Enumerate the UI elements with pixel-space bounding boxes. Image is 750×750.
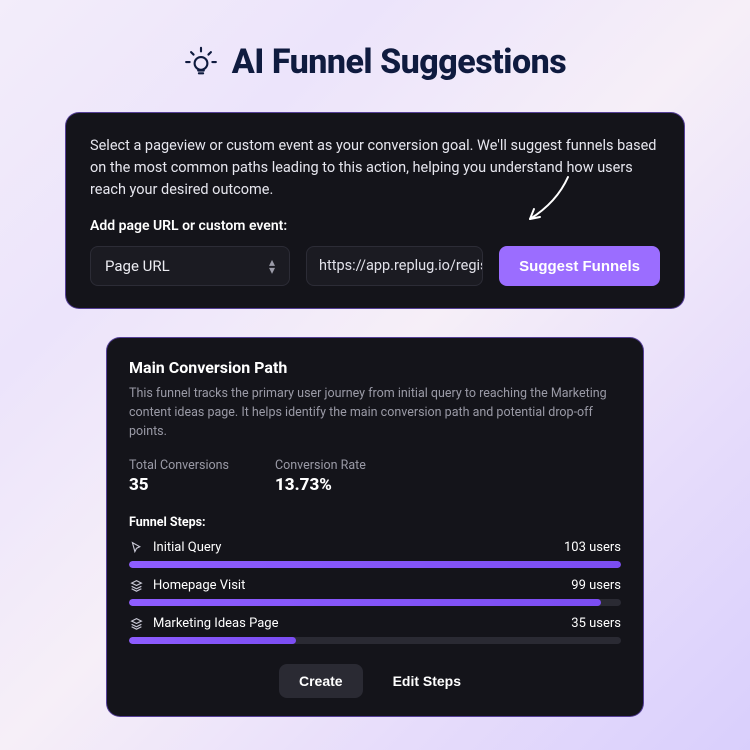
step-bar [129, 599, 621, 606]
arrow-annotation-icon [522, 173, 572, 225]
step-name: Homepage Visit [153, 578, 245, 593]
step-bar-fill [129, 637, 296, 644]
metric-value: 35 [129, 475, 229, 495]
step-name: Marketing Ideas Page [153, 616, 278, 631]
create-button[interactable]: Create [279, 664, 363, 698]
funnel-step: Homepage Visit 99 users [129, 578, 621, 606]
goal-type-value: Page URL [105, 257, 170, 275]
step-count: 35 users [571, 616, 621, 631]
funnel-steps-label: Funnel Steps: [129, 515, 621, 530]
funnel-step: Marketing Ideas Page 35 users [129, 616, 621, 644]
metric-label: Total Conversions [129, 458, 229, 473]
input-panel-label: Add page URL or custom event: [90, 218, 660, 234]
step-count: 103 users [564, 540, 621, 555]
step-bar-fill [129, 599, 601, 606]
metric-rate: Conversion Rate 13.73% [275, 458, 366, 495]
lightbulb-icon [184, 45, 218, 79]
step-bar-fill [129, 561, 621, 568]
step-bar [129, 637, 621, 644]
funnel-step: Initial Query 103 users [129, 540, 621, 568]
metric-value: 13.73% [275, 475, 366, 495]
layers-icon [129, 616, 143, 630]
page-title: AI Funnel Suggestions [0, 0, 750, 82]
step-count: 99 users [571, 578, 621, 593]
metric-conversions: Total Conversions 35 [129, 458, 229, 495]
layers-icon [129, 578, 143, 592]
chevron-updown-icon: ▴▾ [269, 258, 275, 275]
result-panel: Main Conversion Path This funnel tracks … [106, 337, 644, 716]
metric-label: Conversion Rate [275, 458, 366, 473]
cursor-icon [129, 540, 143, 554]
page-title-text: AI Funnel Suggestions [232, 42, 566, 82]
input-panel: Select a pageview or custom event as you… [65, 112, 685, 309]
step-bar [129, 561, 621, 568]
suggest-funnels-button[interactable]: Suggest Funnels [499, 246, 660, 286]
result-subtitle: This funnel tracks the primary user jour… [129, 385, 621, 441]
step-name: Initial Query [153, 540, 221, 555]
edit-steps-button[interactable]: Edit Steps [383, 664, 471, 698]
result-title: Main Conversion Path [129, 358, 621, 377]
goal-type-select[interactable]: Page URL ▴▾ [90, 246, 290, 286]
input-panel-description: Select a pageview or custom event as you… [90, 135, 660, 200]
url-input[interactable]: https://app.replug.io/regis [306, 246, 483, 286]
